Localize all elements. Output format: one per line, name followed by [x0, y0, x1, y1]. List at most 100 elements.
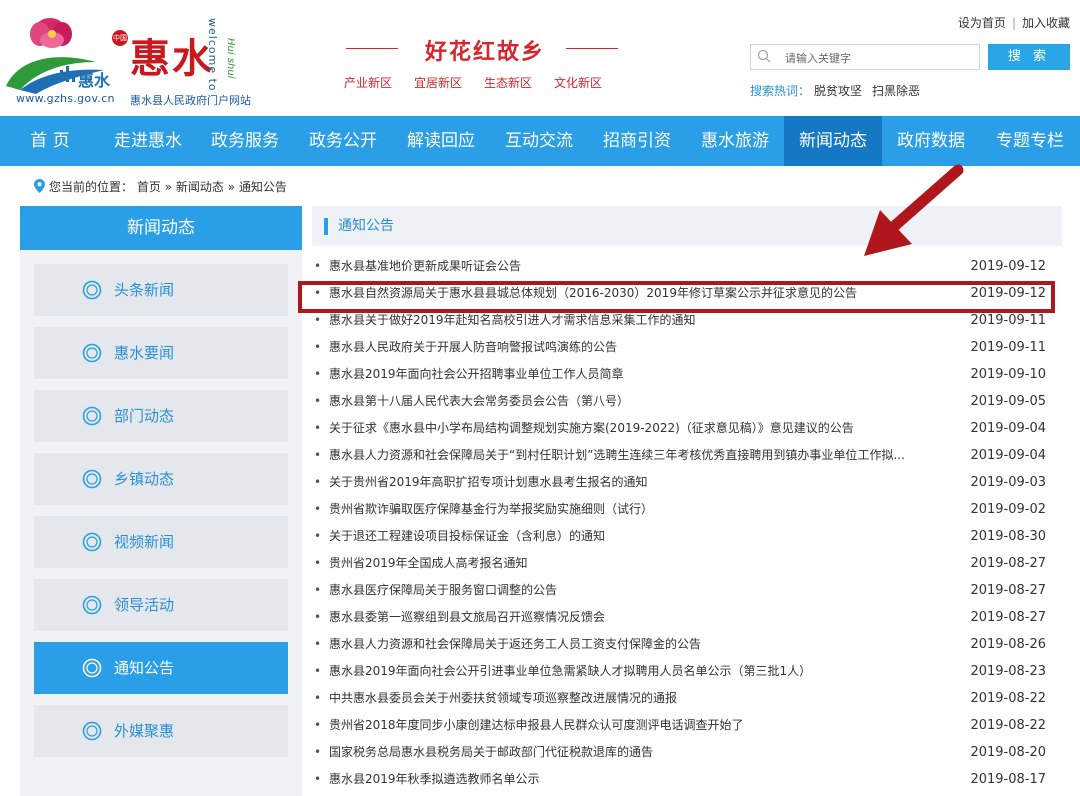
news-item[interactable]: • 国家税务总局惠水县税务局关于邮政部门代征税款退库的通告 2019-08-20: [314, 739, 1054, 766]
nav-item-invest[interactable]: 招商引资: [588, 116, 686, 166]
news-date: 2019-09-10: [970, 367, 1046, 382]
news-title[interactable]: 惠水县第十八届人民代表大会常务委员会公告（第八号）: [329, 388, 959, 415]
news-title[interactable]: 惠水县医疗保障局关于服务窗口调整的公告: [329, 577, 959, 604]
news-bullet: •: [314, 637, 322, 651]
sidebar-item-media[interactable]: 外媒聚惠: [34, 705, 288, 757]
search-input[interactable]: [783, 48, 977, 68]
news-title[interactable]: 关于贵州省2019年高职扩招专项计划惠水县考生报名的通知: [329, 469, 959, 496]
nav-item-public[interactable]: 政务公开: [294, 116, 392, 166]
news-item[interactable]: • 惠水县2019年面向社会公开引进事业单位急需紧缺人才拟聘用人员名单公示（第三批…: [314, 658, 1054, 685]
nav-item-data[interactable]: 政府数据: [882, 116, 980, 166]
nav-item-news[interactable]: 新闻动态: [784, 116, 882, 166]
news-item[interactable]: • 惠水县2019年面向社会公开招聘事业单位工作人员简章 2019-09-10: [314, 361, 1054, 388]
set-homepage-link[interactable]: 设为首页: [958, 16, 1006, 30]
news-title[interactable]: 惠水县2019年面向社会公开招聘事业单位工作人员简章: [329, 361, 959, 388]
news-date: 2019-08-17: [970, 772, 1046, 787]
news-item[interactable]: • 贵州省2019年全国成人高考报名通知 2019-08-27: [314, 550, 1054, 577]
slogan-tag: 产业新区: [344, 76, 393, 90]
news-title[interactable]: 惠水县人力资源和社会保障局关于返还务工人员工资支付保障金的公告: [329, 631, 959, 658]
nav-item-interpret[interactable]: 解读回应: [392, 116, 490, 166]
news-item[interactable]: • 中共惠水县委员会关于州委扶贫领域专项巡察整改进展情况的通报 2019-08-22: [314, 685, 1054, 712]
news-item[interactable]: • 惠水县医疗保障局关于服务窗口调整的公告 2019-08-27: [314, 577, 1054, 604]
news-title[interactable]: 贵州省2018年度同步小康创建达标申报县人民群众认可度测评电话调查开始了: [329, 712, 959, 739]
nav-item-home[interactable]: 首 页: [0, 116, 100, 166]
news-title[interactable]: 惠水县委第一巡察组到县文旅局召开巡察情况反馈会: [329, 604, 959, 631]
sidebar-item-label: 部门动态: [114, 407, 175, 425]
add-favorite-link[interactable]: 加入收藏: [1022, 16, 1070, 30]
nav-item-interact[interactable]: 互动交流: [490, 116, 588, 166]
news-item[interactable]: • 惠水县第十八届人民代表大会常务委员会公告（第八号） 2019-09-05: [314, 388, 1054, 415]
news-bullet: •: [314, 340, 322, 354]
highlight-annotation-box: [298, 281, 1055, 313]
news-item[interactable]: • 惠水县人民政府关于开展人防音响警报试鸣演练的公告 2019-09-11: [314, 334, 1054, 361]
news-item[interactable]: • 贵州省欺诈骗取医疗保障基金行为举报奖励实施细则（试行） 2019-09-02: [314, 496, 1054, 523]
search-button[interactable]: 搜 索: [988, 44, 1070, 70]
circle-bullet-icon: [82, 721, 102, 741]
news-date: 2019-09-02: [970, 502, 1046, 517]
news-title[interactable]: 惠水县2019年秋季拟遴选教师名单公示: [329, 766, 959, 793]
news-title[interactable]: 贵州省2019年全国成人高考报名通知: [329, 550, 959, 577]
slogan-tags: 产业新区 宜居新区 生态新区 文化新区: [344, 74, 624, 91]
news-date: 2019-09-04: [970, 421, 1046, 436]
site-logo[interactable]: 惠水 中国 惠水 welcome to Hui shui www.gzhs.go…: [0, 0, 290, 116]
sidebar-item-leaders[interactable]: 领导活动: [34, 579, 288, 631]
news-title[interactable]: 中共惠水县委员会关于州委扶贫领域专项巡察整改进展情况的通报: [329, 685, 959, 712]
breadcrumb-current[interactable]: 通知公告: [239, 180, 287, 194]
breadcrumb-news[interactable]: 新闻动态: [176, 180, 224, 194]
top-links: 设为首页 | 加入收藏: [958, 14, 1070, 31]
sidebar-item-huishui-news[interactable]: 惠水要闻: [34, 327, 288, 379]
search-box[interactable]: [750, 44, 980, 70]
slogan-tag: 宜居新区: [414, 76, 463, 90]
breadcrumb-separator: »: [227, 180, 236, 194]
sidebar-item-video[interactable]: 视频新闻: [34, 516, 288, 568]
news-title[interactable]: 贵州省欺诈骗取医疗保障基金行为举报奖励实施细则（试行）: [329, 496, 959, 523]
circle-bullet-icon: [82, 406, 102, 426]
slogan: 好花红故乡 产业新区 宜居新区 生态新区 文化新区: [340, 34, 630, 94]
breadcrumb-home[interactable]: 首页: [137, 180, 161, 194]
sidebar-item-label: 乡镇动态: [114, 470, 175, 488]
news-title[interactable]: 惠水县人民政府关于开展人防音响警报试鸣演练的公告: [329, 334, 959, 361]
news-item[interactable]: • 关于贵州省2019年高职扩招专项计划惠水县考生报名的通知 2019-09-03: [314, 469, 1054, 496]
news-bullet: •: [314, 421, 322, 435]
news-item[interactable]: • 惠水县委第一巡察组到县文旅局召开巡察情况反馈会 2019-08-27: [314, 604, 1054, 631]
news-item[interactable]: • 惠水县人力资源和社会保障局关于“到村任职计划”选聘生连续三年考核优秀直接聘用到…: [314, 442, 1054, 469]
sidebar: 新闻动态 头条新闻 惠水要闻 部门动态 乡镇动态 视频新闻 领导活动 通知公告 …: [20, 206, 302, 796]
content-header-accent: [324, 218, 328, 235]
circle-bullet-icon: [82, 469, 102, 489]
nav-item-topics[interactable]: 专题专栏: [980, 116, 1080, 166]
nav-item-tourism[interactable]: 惠水旅游: [686, 116, 784, 166]
news-date: 2019-08-30: [970, 529, 1046, 544]
news-date: 2019-08-26: [970, 637, 1046, 652]
sidebar-item-department[interactable]: 部门动态: [34, 390, 288, 442]
nav-item-services[interactable]: 政务服务: [196, 116, 294, 166]
news-date: 2019-09-03: [970, 475, 1046, 490]
slogan-tag: 文化新区: [554, 76, 603, 90]
news-bullet: •: [314, 394, 322, 408]
news-bullet: •: [314, 583, 322, 597]
news-date: 2019-08-22: [970, 718, 1046, 733]
news-bullet: •: [314, 448, 322, 462]
circle-bullet-icon: [82, 595, 102, 615]
hotword-link[interactable]: 脱贫攻坚: [814, 84, 862, 98]
search-icon: [757, 49, 771, 63]
news-item[interactable]: • 关于退还工程建设项目投标保证金（含利息）的通知 2019-08-30: [314, 523, 1054, 550]
news-title[interactable]: 关于退还工程建设项目投标保证金（含利息）的通知: [329, 523, 959, 550]
nav-item-about[interactable]: 走进惠水: [100, 116, 196, 166]
sidebar-item-headlines[interactable]: 头条新闻: [34, 264, 288, 316]
hotword-link[interactable]: 扫黑除恶: [872, 84, 920, 98]
logo-site-name: 惠水县人民政府门户网站: [130, 94, 251, 107]
news-date: 2019-09-12: [970, 259, 1046, 274]
news-item[interactable]: • 惠水县人力资源和社会保障局关于返还务工人员工资支付保障金的公告 2019-08-…: [314, 631, 1054, 658]
sidebar-item-township[interactable]: 乡镇动态: [34, 453, 288, 505]
arrow-annotation-icon: [864, 164, 964, 256]
sidebar-item-notices[interactable]: 通知公告: [34, 642, 288, 694]
news-date: 2019-08-27: [970, 556, 1046, 571]
news-bullet: •: [314, 556, 322, 570]
news-title[interactable]: 惠水县人力资源和社会保障局关于“到村任职计划”选聘生连续三年考核优秀直接聘用到镇…: [329, 442, 959, 469]
news-title[interactable]: 惠水县2019年面向社会公开引进事业单位急需紧缺人才拟聘用人员名单公示（第三批1…: [329, 658, 959, 685]
news-title[interactable]: 国家税务总局惠水县税务局关于邮政部门代征税款退库的通告: [329, 739, 959, 766]
news-item[interactable]: • 贵州省2018年度同步小康创建达标申报县人民群众认可度测评电话调查开始了 201…: [314, 712, 1054, 739]
news-title[interactable]: 关于征求《惠水县中小学布局结构调整规划实施方案(2019-2022)（征求意见稿…: [329, 415, 959, 442]
news-item[interactable]: • 惠水县2019年秋季拟遴选教师名单公示 2019-08-17: [314, 766, 1054, 793]
news-item[interactable]: • 关于征求《惠水县中小学布局结构调整规划实施方案(2019-2022)（征求意见…: [314, 415, 1054, 442]
